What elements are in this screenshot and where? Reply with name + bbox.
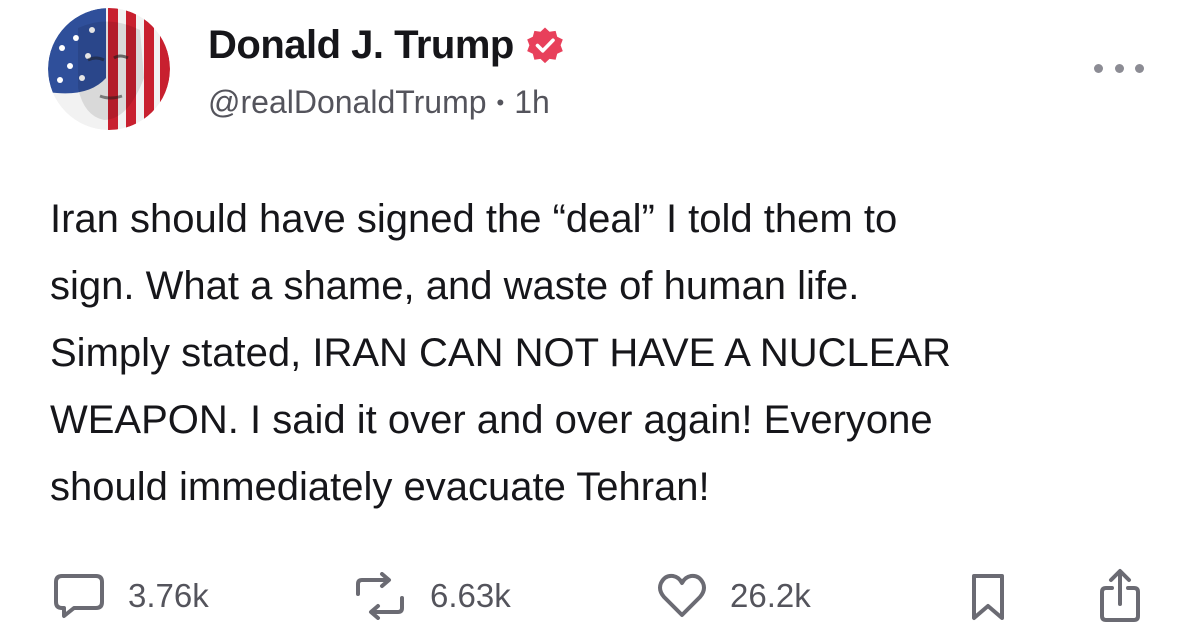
post-body: Iran should have signed the “deal” I tol… (50, 186, 1160, 521)
heart-icon (656, 572, 708, 620)
repost-icon (352, 572, 408, 620)
reply-button[interactable]: 3.76k (52, 572, 209, 620)
author-display-name[interactable]: Donald J. Trump (208, 23, 514, 68)
post-text-line: Simply stated, IRAN CAN NOT HAVE A NUCLE… (50, 331, 951, 375)
post-timestamp[interactable]: 1h (514, 84, 550, 121)
repost-count: 6.63k (430, 577, 511, 614)
author-meta-row: @realDonaldTrump • 1h (208, 84, 550, 121)
more-dot (1135, 63, 1144, 73)
reply-count: 3.76k (128, 577, 209, 614)
author-name-row: Donald J. Trump (208, 20, 566, 70)
verified-badge-icon (524, 24, 566, 66)
like-button[interactable]: 26.2k (656, 572, 811, 620)
bookmark-button[interactable] (968, 572, 1008, 622)
repost-button[interactable]: 6.63k (352, 572, 511, 620)
flag-face-avatar-icon (48, 8, 170, 130)
more-options-button[interactable] (1094, 56, 1144, 80)
share-icon (1098, 568, 1142, 624)
more-dot (1114, 63, 1124, 73)
avatar[interactable] (48, 8, 170, 130)
post-text-line: sign. What a shame, and waste of human l… (50, 264, 860, 308)
post-text-line: WEAPON. I said it over and over again! E… (50, 398, 933, 442)
post-text-line: Iran should have signed the “deal” I tol… (50, 197, 898, 241)
post-card: Donald J. Trump @realDonaldTrump • 1h Ir… (0, 0, 1200, 630)
post-text-line: should immediately evacuate Tehran! (50, 465, 710, 509)
more-dot (1094, 63, 1103, 73)
bookmark-icon (968, 572, 1008, 622)
author-handle[interactable]: @realDonaldTrump (208, 84, 487, 121)
share-button[interactable] (1098, 568, 1142, 624)
post-action-bar: 3.76k 6.63k 26.2k (0, 566, 1200, 626)
meta-separator: • (496, 89, 505, 115)
reply-bubble-icon (52, 572, 106, 620)
like-count: 26.2k (730, 577, 811, 614)
